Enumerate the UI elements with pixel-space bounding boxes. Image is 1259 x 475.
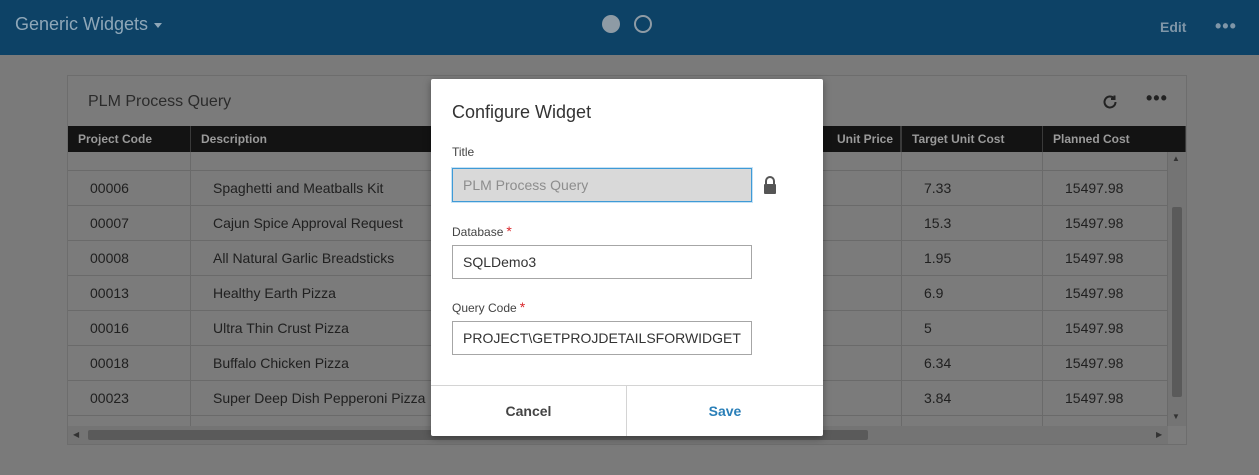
widget-more-icon[interactable]: ••• [1146,88,1168,109]
edit-button[interactable]: Edit [1160,19,1186,35]
required-indicator: * [519,299,526,315]
cell-planned-cost: 14966.72 [1043,416,1168,426]
dialog-footer: Cancel Save [431,385,823,436]
widget-title: PLM Process Query [88,93,232,110]
dashboard-title: Generic Widgets [15,14,149,34]
cell-project-code: 00007 [68,206,191,241]
more-options-icon[interactable]: ••• [1215,16,1237,37]
cell-planned-cost: 15497.98 [1043,241,1168,276]
lock-icon[interactable] [762,175,778,195]
column-header-project-code[interactable]: Project Code [68,126,191,152]
cell-target-unit-cost: 5.84 [902,416,1043,426]
cell-planned-cost: 15497.98 [1043,381,1168,416]
page-indicator-active[interactable] [602,15,620,33]
configure-widget-dialog: Configure Widget Title Database* Query C… [431,79,823,436]
dialog-title: Configure Widget [452,102,592,122]
cell-planned-cost: 15497.98 [1043,346,1168,381]
cell-planned-cost: 15497.98 [1043,276,1168,311]
column-header-target-unit-cost[interactable]: Target Unit Cost [902,126,1043,152]
cell-planned-cost: 15497.98 [1043,311,1168,346]
cell-project-code: 00006 [68,171,191,206]
cancel-button[interactable]: Cancel [431,386,627,436]
cell-target-unit-cost: 15.3 [902,206,1043,241]
scroll-left-arrow-icon[interactable]: ◀ [73,430,79,439]
cell-target-unit-cost: 7.33 [902,171,1043,206]
cell-target-unit-cost: 5 [902,311,1043,346]
cell-target-unit-cost: 3.84 [902,381,1043,416]
vertical-scrollbar[interactable]: ▲ ▼ [1168,152,1186,426]
column-header-planned-cost[interactable]: Planned Cost [1043,126,1186,152]
title-label: Title [452,145,475,159]
cell-project-code: 00008 [68,241,191,276]
vertical-scroll-thumb[interactable] [1172,207,1182,397]
save-button[interactable]: Save [627,386,823,436]
cell-project-code: 00018 [68,346,191,381]
top-bar: Generic Widgets Edit ••• [0,0,1259,55]
required-indicator: * [506,223,512,239]
scroll-right-arrow-icon[interactable]: ▶ [1156,430,1162,439]
cell-project-code: 00013 [68,276,191,311]
cell-target-unit-cost: 6.9 [902,276,1043,311]
cell-project-code: 00024 [68,416,191,426]
scroll-down-arrow-icon[interactable]: ▼ [1172,412,1180,421]
database-label: Database * [452,223,512,239]
refresh-icon[interactable] [1101,93,1119,111]
cell-planned-cost: 15497.98 [1043,171,1168,206]
caret-down-icon [154,23,163,28]
cell-planned-cost: 15497.98 [1043,206,1168,241]
cell-target-unit-cost: 6.34 [902,346,1043,381]
cell-project-code: 00023 [68,381,191,416]
cell-project-code: 00016 [68,311,191,346]
title-field[interactable] [452,168,752,202]
scroll-up-arrow-icon[interactable]: ▲ [1172,154,1180,163]
page-indicator-inactive[interactable] [634,15,652,33]
database-field[interactable] [452,245,752,279]
query-code-label: Query Code * [452,299,526,315]
dashboard-selector[interactable]: Generic Widgets [15,14,163,35]
query-code-field[interactable] [452,321,752,355]
cell-target-unit-cost: 1.95 [902,241,1043,276]
